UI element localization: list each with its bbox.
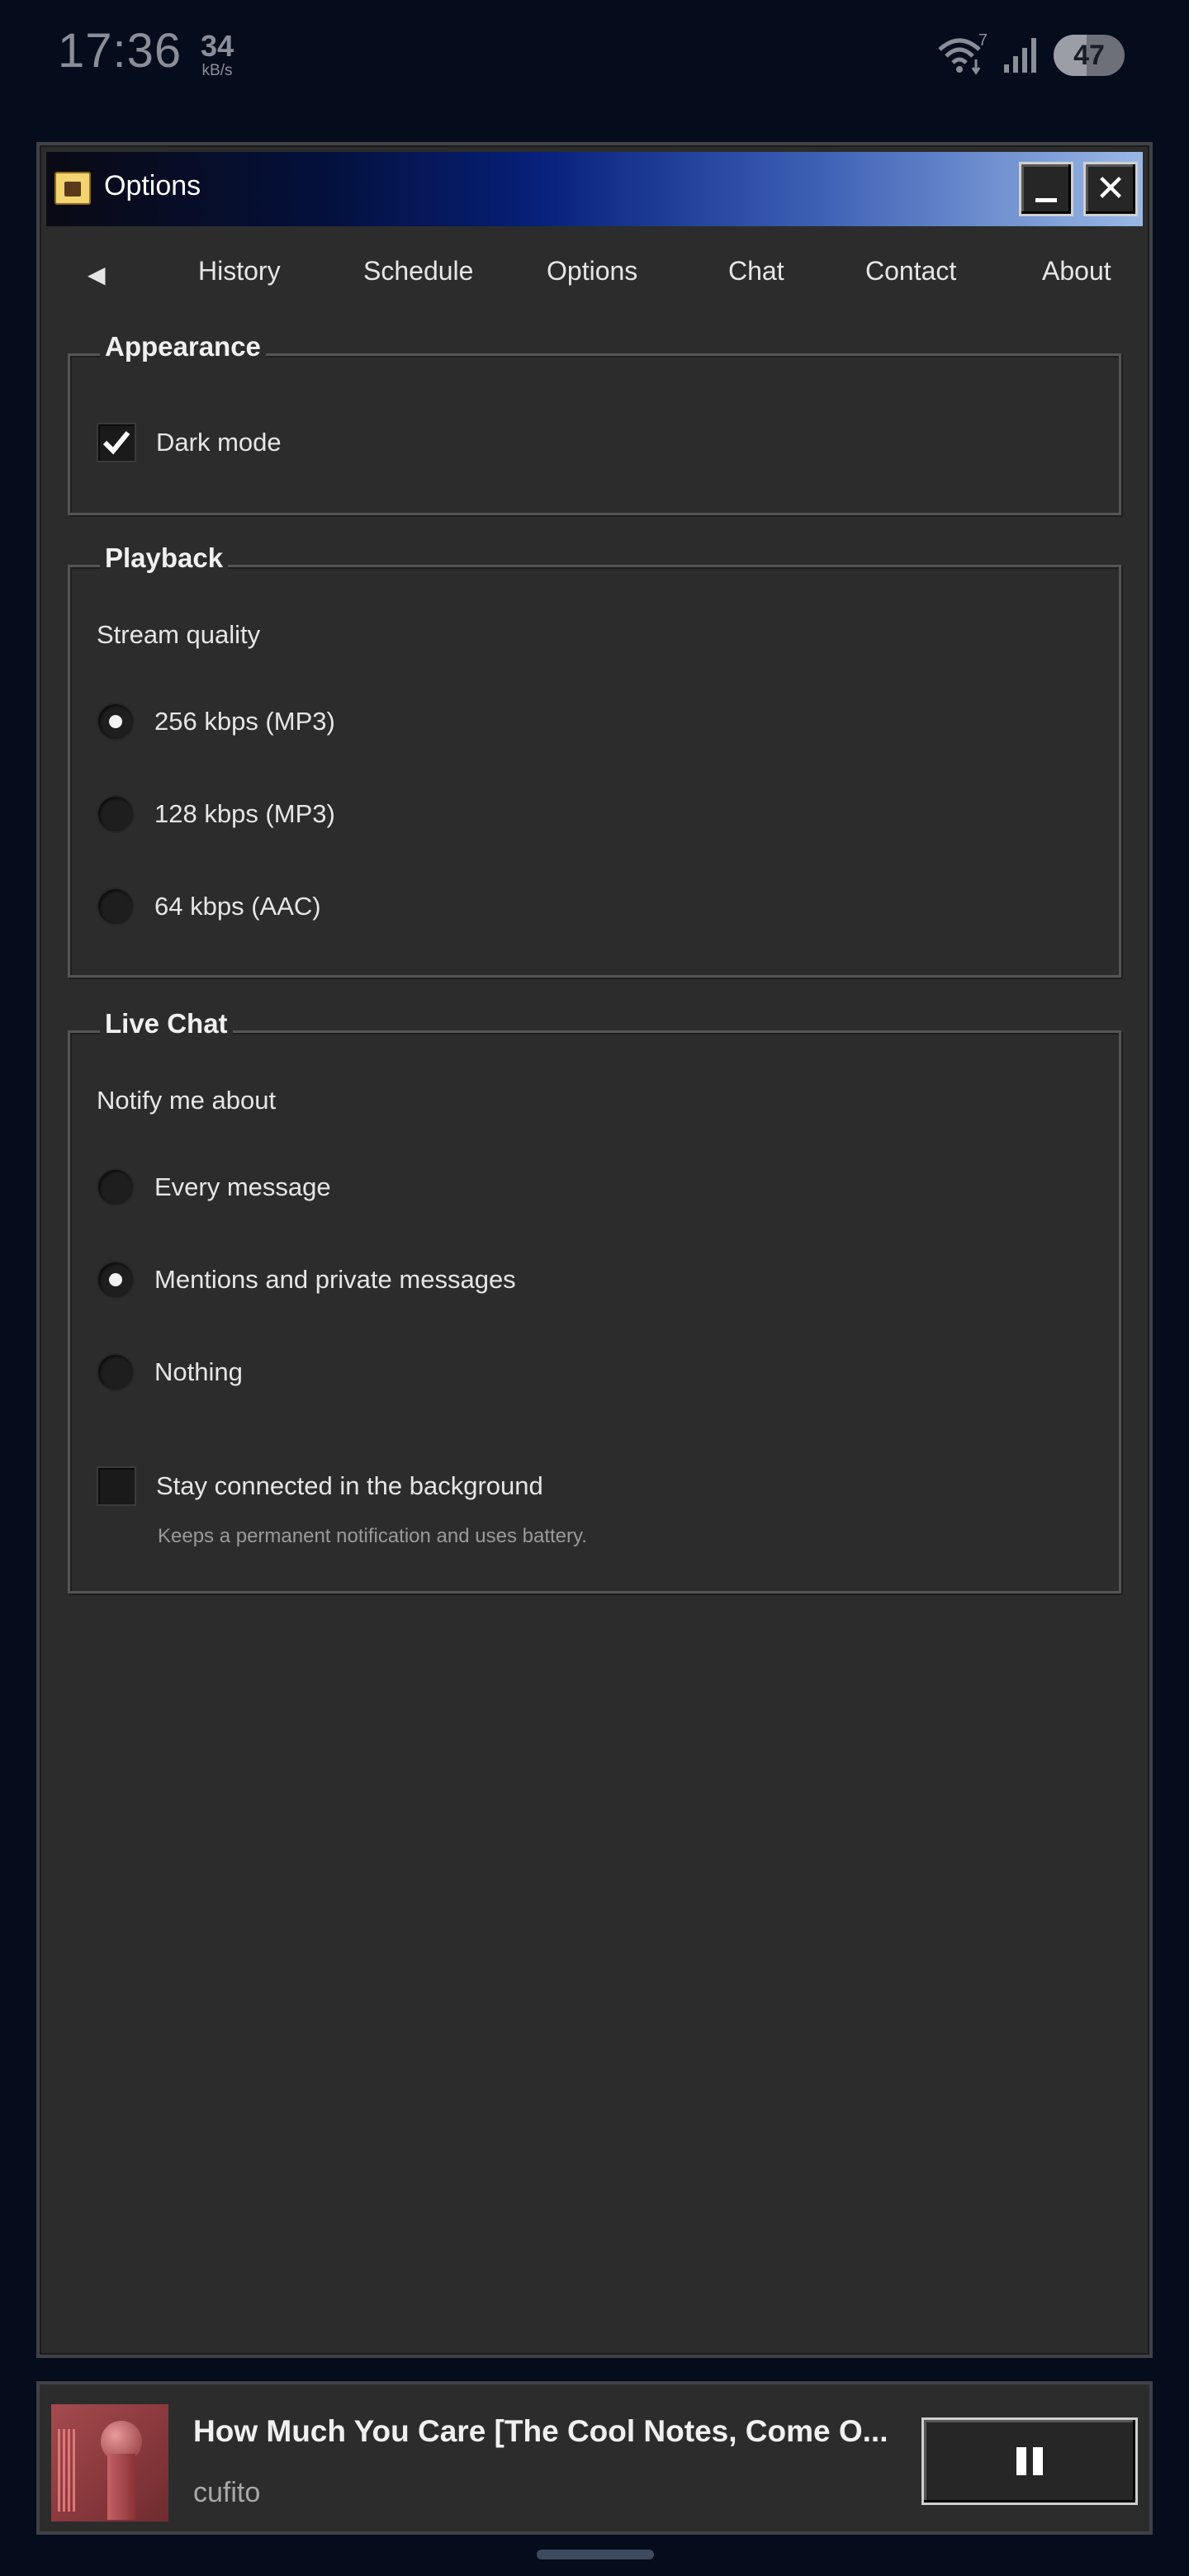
tab-bar: ◀ History Schedule Options Chat Contact …: [46, 228, 1143, 319]
checkmark-icon: [102, 431, 130, 455]
playback-legend: Playback: [100, 542, 229, 574]
status-bar: 17:36 34 kB/s 7 47: [0, 0, 1189, 116]
home-indicator[interactable]: [537, 2550, 654, 2559]
notify-radio-every[interactable]: [97, 1168, 135, 1206]
notify-radio-mentions[interactable]: [97, 1261, 135, 1299]
album-art: [51, 2404, 168, 2522]
title-bar[interactable]: Options ✕: [46, 152, 1143, 226]
quality-radio-64[interactable]: [97, 888, 135, 926]
background-connection-option[interactable]: Stay connected in the background: [97, 1466, 543, 1507]
notify-radio-nothing[interactable]: [97, 1353, 135, 1391]
wifi-icon: 7: [936, 31, 988, 76]
dark-mode-label: Dark mode: [156, 428, 282, 457]
tab-schedule[interactable]: Schedule: [363, 256, 473, 286]
notify-option-mentions[interactable]: Mentions and private messages: [97, 1259, 516, 1300]
network-speed-unit: kB/s: [201, 62, 233, 79]
tab-back-arrow-icon[interactable]: ◀: [88, 261, 106, 288]
quality-option-64[interactable]: 64 kbps (AAC): [97, 886, 321, 927]
tab-chat[interactable]: Chat: [728, 256, 784, 286]
dark-mode-checkbox[interactable]: [97, 423, 136, 462]
tab-contact[interactable]: Contact: [865, 256, 956, 286]
signal-icon: [1002, 36, 1039, 74]
live-chat-legend: Live Chat: [100, 1008, 233, 1039]
track-artist: cufito: [193, 2477, 261, 2508]
appearance-legend: Appearance: [100, 331, 266, 362]
network-speed: 34 kB/s: [188, 29, 246, 79]
quality-label-256: 256 kbps (MP3): [154, 707, 335, 736]
notify-label-nothing: Nothing: [154, 1357, 243, 1386]
notify-option-nothing[interactable]: Nothing: [97, 1352, 243, 1393]
network-speed-value: 34: [200, 29, 234, 63]
tab-options[interactable]: Options: [547, 256, 637, 286]
notify-label-every: Every message: [154, 1172, 331, 1201]
live-chat-group: Live Chat Notify me about Every message …: [68, 1008, 1121, 1593]
battery-icon: 47: [1054, 35, 1125, 76]
background-connection-label: Stay connected in the background: [156, 1471, 543, 1500]
status-time: 17:36: [58, 24, 182, 78]
background-connection-checkbox[interactable]: [97, 1466, 136, 1506]
minimize-button[interactable]: [1019, 162, 1073, 216]
dark-mode-option[interactable]: Dark mode: [97, 422, 282, 463]
tab-history[interactable]: History: [198, 256, 281, 286]
window-title: Options: [104, 170, 201, 201]
playback-group: Playback Stream quality 256 kbps (MP3) 1…: [68, 542, 1121, 978]
quality-label-128: 128 kbps (MP3): [154, 799, 335, 828]
track-title: How Much You Care [The Cool Notes, Come …: [193, 2414, 888, 2448]
stream-quality-label: Stream quality: [97, 620, 261, 649]
notify-label-mentions: Mentions and private messages: [154, 1265, 516, 1294]
app-icon: [54, 172, 91, 205]
pause-button[interactable]: [921, 2417, 1138, 2505]
background-connection-hint: Keeps a permanent notification and uses …: [158, 1525, 587, 1547]
quality-label-64: 64 kbps (AAC): [154, 892, 321, 921]
appearance-group: Appearance Dark mode: [68, 331, 1121, 515]
quality-option-256[interactable]: 256 kbps (MP3): [97, 701, 335, 742]
quality-radio-256[interactable]: [97, 703, 135, 741]
notify-option-every[interactable]: Every message: [97, 1167, 331, 1208]
close-button[interactable]: ✕: [1083, 162, 1138, 216]
tab-about[interactable]: About: [1042, 256, 1111, 286]
quality-option-128[interactable]: 128 kbps (MP3): [97, 793, 335, 835]
pause-icon: [1016, 2447, 1043, 2475]
now-playing-bar[interactable]: How Much You Care [The Cool Notes, Come …: [36, 2381, 1153, 2535]
quality-radio-128[interactable]: [97, 795, 135, 833]
radio-selected-dot: [109, 1273, 122, 1286]
radio-selected-dot: [109, 715, 122, 728]
notify-label: Notify me about: [97, 1086, 277, 1115]
wifi-badge: 7: [978, 31, 988, 50]
battery-level: 47: [1073, 39, 1105, 71]
status-icons: 7 47: [936, 31, 1125, 78]
close-icon: ✕: [1095, 168, 1126, 210]
minimize-icon: [1035, 197, 1057, 202]
